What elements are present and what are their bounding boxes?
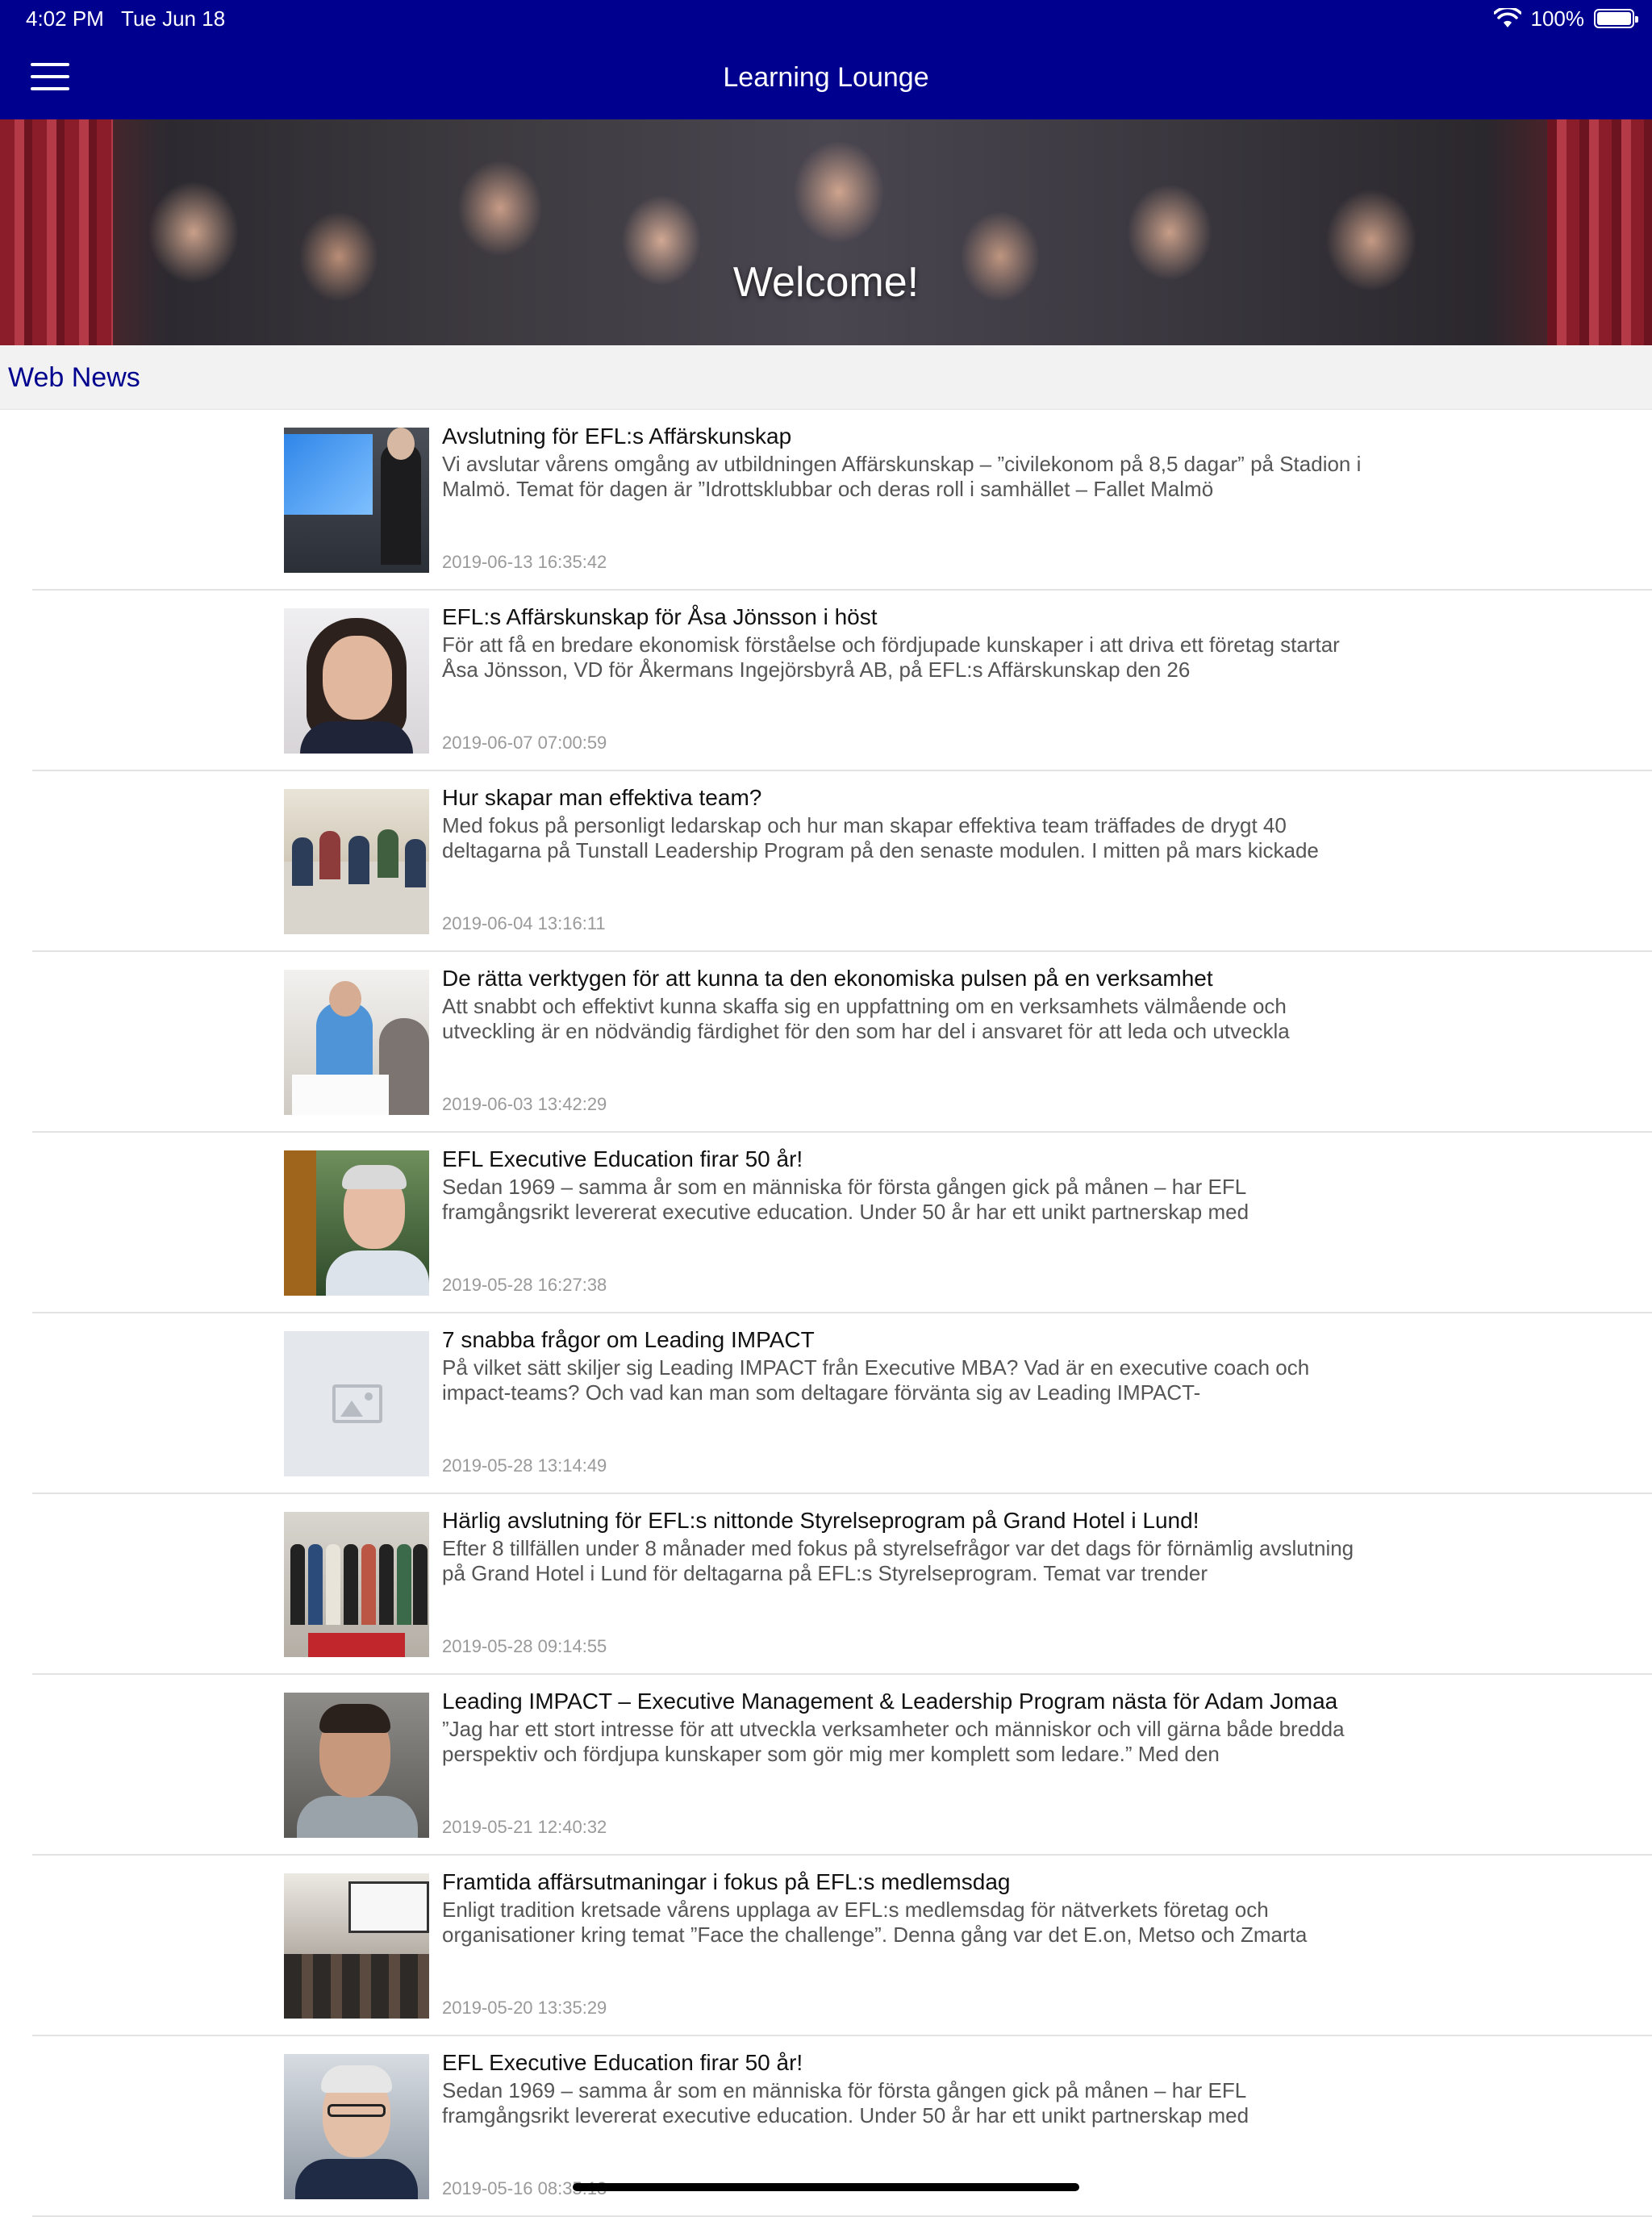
news-summary: Enligt tradition kretsade vårens upplaga… [442, 1898, 1308, 1947]
news-thumbnail [284, 1150, 429, 1296]
news-thumbnail [284, 789, 429, 934]
news-thumbnail [284, 1693, 429, 1838]
image-placeholder-icon [332, 1384, 382, 1423]
news-date: 2019-05-28 16:27:38 [442, 1275, 607, 1295]
news-title: De rätta verktygen för att kunna ta den … [442, 966, 1213, 991]
news-date: 2019-06-03 13:42:29 [442, 1094, 607, 1114]
news-list: Avslutning för EFL:s Affärskunskap Vi av… [0, 410, 1652, 2217]
news-item[interactable]: 7 snabba frågor om Leading IMPACT På vil… [0, 1313, 1652, 1494]
news-summary: För att få en bredare ekonomisk förståel… [442, 633, 1340, 682]
news-title: EFL Executive Education firar 50 år! [442, 2050, 803, 2075]
news-date: 2019-05-20 13:35:29 [442, 1998, 607, 2018]
news-thumbnail [284, 970, 429, 1115]
hero-curtain-right [1547, 119, 1652, 345]
news-summary: Med fokus på personligt ledarskap och hu… [442, 813, 1319, 862]
news-thumbnail [284, 1331, 429, 1476]
news-item[interactable]: De rätta verktygen för att kunna ta den … [0, 952, 1652, 1133]
section-header: Web News [0, 345, 1652, 410]
news-summary: Sedan 1969 – samma år som en människa fö… [442, 1175, 1249, 1224]
news-item[interactable]: EFL:s Affärskunskap för Åsa Jönsson i hö… [0, 591, 1652, 771]
news-item[interactable]: Framtida affärsutmaningar i fokus på EFL… [0, 1856, 1652, 2036]
hero-banner: Welcome! [0, 119, 1652, 345]
news-summary: Vi avslutar vårens omgång av utbildninge… [442, 452, 1362, 501]
news-title: Leading IMPACT – Executive Management & … [442, 1689, 1338, 1714]
news-summary: Sedan 1969 – samma år som en människa fö… [442, 2078, 1249, 2127]
news-date: 2019-05-28 13:14:49 [442, 1455, 607, 1476]
wifi-icon [1493, 8, 1521, 27]
hero-title: Welcome! [732, 259, 920, 306]
news-summary: På vilket sätt skiljer sig Leading IMPAC… [442, 1355, 1310, 1405]
status-clock: 4:02 PM [26, 6, 104, 31]
news-summary: Efter 8 tillfällen under 8 månader med f… [442, 1536, 1354, 1585]
news-title: Framtida affärsutmaningar i fokus på EFL… [442, 1869, 1011, 1894]
top-bar: 4:02 PM Tue Jun 18 100% Learning Lounge [0, 0, 1652, 119]
news-date: 2019-05-28 09:14:55 [442, 1636, 607, 1656]
news-summary: Att snabbt och effektivt kunna skaffa si… [442, 994, 1290, 1043]
news-thumbnail [284, 1512, 429, 1657]
home-indicator[interactable] [573, 2183, 1079, 2191]
battery-icon [1594, 9, 1638, 28]
news-item[interactable]: Leading IMPACT – Executive Management & … [0, 1675, 1652, 1856]
news-title: Härlig avslutning för EFL:s nittonde Sty… [442, 1508, 1199, 1533]
battery-percentage: 100% [1530, 6, 1585, 31]
status-indicators: 100% [1493, 6, 1638, 31]
status-time: 4:02 PM Tue Jun 18 [26, 6, 225, 31]
news-title: 7 snabba frågor om Leading IMPACT [442, 1327, 815, 1352]
news-title: Avslutning för EFL:s Affärskunskap [442, 424, 792, 449]
hero-curtain-left [0, 119, 113, 345]
news-date: 2019-06-07 07:00:59 [442, 733, 607, 753]
status-date: Tue Jun 18 [121, 6, 226, 31]
news-title: EFL Executive Education firar 50 år! [442, 1146, 803, 1171]
news-thumbnail [284, 608, 429, 754]
news-title: EFL:s Affärskunskap för Åsa Jönsson i hö… [442, 604, 878, 629]
news-summary: ”Jag har ett stort intresse för att utve… [442, 1717, 1345, 1766]
news-item[interactable]: Avslutning för EFL:s Affärskunskap Vi av… [0, 410, 1652, 591]
news-date: 2019-06-04 13:16:11 [442, 913, 606, 933]
news-date: 2019-06-13 16:35:42 [442, 552, 607, 572]
section-title: Web News [8, 362, 140, 393]
news-item[interactable]: EFL Executive Education firar 50 år! Sed… [0, 1133, 1652, 1313]
news-thumbnail [284, 1873, 429, 2019]
news-thumbnail [284, 428, 429, 573]
app-title: Learning Lounge [723, 62, 929, 93]
news-item[interactable]: Härlig avslutning för EFL:s nittonde Sty… [0, 1494, 1652, 1675]
news-thumbnail [284, 2054, 429, 2199]
news-item[interactable]: Hur skapar man effektiva team? Med fokus… [0, 771, 1652, 952]
news-date: 2019-05-21 12:40:32 [442, 1817, 607, 1837]
news-title: Hur skapar man effektiva team? [442, 785, 762, 810]
